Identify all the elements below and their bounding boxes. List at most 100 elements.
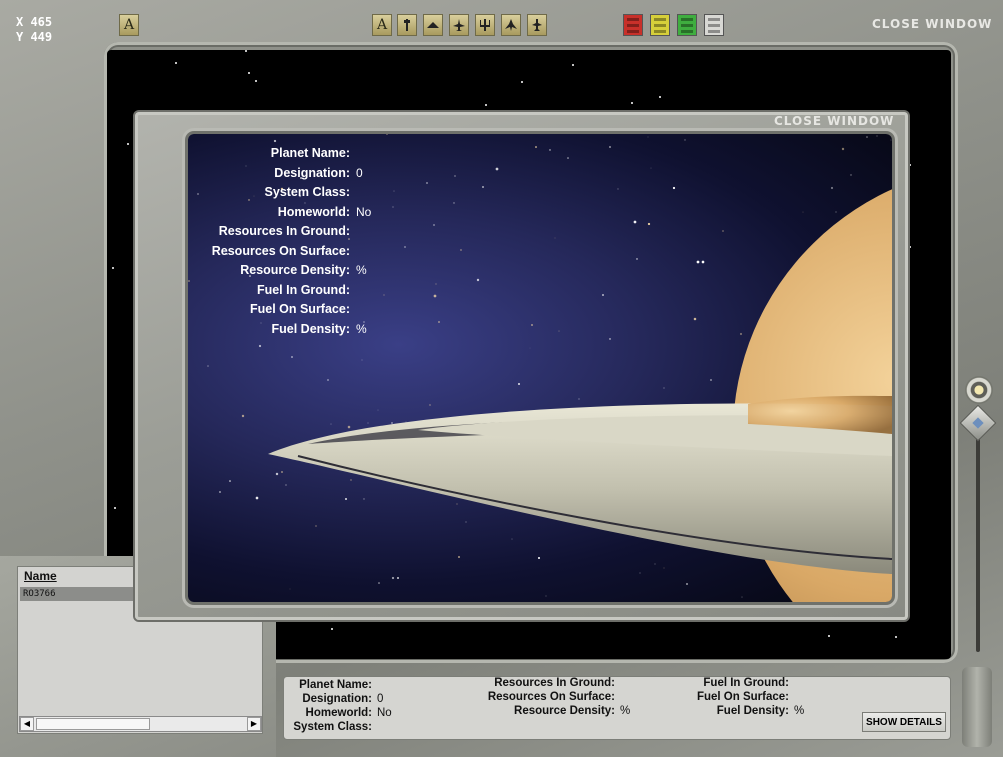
star-dot <box>701 260 705 264</box>
trident-icon <box>480 19 490 31</box>
star-dot <box>485 104 487 106</box>
star-dot <box>663 387 665 389</box>
star-dot <box>636 258 638 260</box>
detail-field-label: Resource Density: <box>240 263 350 277</box>
summary-system-class: System Class: <box>293 721 372 733</box>
detail-field-value: % <box>356 321 367 336</box>
star-dot <box>830 186 834 190</box>
cross-icon <box>532 19 542 31</box>
star-dot <box>229 480 231 482</box>
star-dot <box>330 423 332 425</box>
summary-resource-density: Resource Density:% <box>514 705 631 717</box>
star-dot <box>686 583 688 585</box>
cursor-coordinates: X 465 Y 449 <box>16 15 52 45</box>
trident-tool-button[interactable] <box>475 14 495 36</box>
text-tool-button[interactable]: A <box>119 14 139 36</box>
detail-field: Resource Density:% <box>188 263 366 277</box>
star-dot <box>377 409 379 411</box>
star-dot <box>347 425 351 429</box>
star-dot <box>344 497 348 501</box>
star-dot <box>456 503 458 505</box>
star-dot <box>909 164 911 166</box>
star-dot <box>304 202 306 204</box>
star-dot <box>895 636 897 638</box>
star-dot <box>114 507 116 509</box>
star-dot <box>741 596 743 598</box>
star-dot <box>383 294 385 296</box>
scroll-left-arrow[interactable]: ◀ <box>20 717 34 731</box>
fighter-tool-button[interactable] <box>449 14 469 36</box>
star-dot <box>350 479 352 481</box>
scroll-right-arrow[interactable]: ▶ <box>247 717 261 731</box>
detail-field: System Class: <box>188 185 356 199</box>
star-dot <box>558 330 560 332</box>
star-dot <box>285 484 287 486</box>
zoom-slider-thumb[interactable] <box>959 404 997 442</box>
dialog-close-window-button[interactable]: CLOSE WINDOW <box>774 114 894 128</box>
star-dot <box>386 134 388 135</box>
star-dot <box>378 582 380 584</box>
star-dot <box>578 398 580 400</box>
star-dot <box>275 472 279 476</box>
star-dot <box>255 80 257 82</box>
green-filter-button[interactable] <box>677 14 697 36</box>
star-dot <box>255 496 259 500</box>
star-dot <box>391 576 395 580</box>
font-tool-button[interactable]: A <box>372 14 392 36</box>
horizontal-scrollbar[interactable]: ◀ ▶ <box>19 716 262 732</box>
main-close-window-button[interactable]: CLOSE WINDOW <box>872 17 992 31</box>
star-dot <box>647 222 651 226</box>
star-dot <box>348 238 350 240</box>
zoom-slider-track[interactable] <box>976 430 980 652</box>
detail-field: Planet Name: <box>188 146 356 160</box>
star-dot <box>850 174 852 176</box>
yellow-filter-button[interactable] <box>650 14 670 36</box>
star-dot <box>289 588 291 590</box>
star-dot <box>535 146 537 148</box>
star-dot <box>331 628 333 630</box>
star-dot <box>828 635 830 637</box>
wedge-tool-button[interactable] <box>423 14 443 36</box>
star-dot <box>453 202 455 204</box>
white-filter-button[interactable] <box>704 14 724 36</box>
font-icon: A <box>376 17 388 33</box>
star-dot <box>617 188 619 190</box>
star-dot <box>361 359 363 361</box>
detail-field-value: 0 <box>356 165 363 180</box>
star-dot <box>567 157 569 159</box>
star-dot <box>511 538 513 540</box>
star-dot <box>363 498 365 500</box>
detail-field-label: Designation: <box>274 165 350 180</box>
star-dot <box>802 211 804 213</box>
red-filter-button[interactable] <box>623 14 643 36</box>
star-dot <box>684 139 686 141</box>
pin-tool-button[interactable] <box>397 14 417 36</box>
detail-field: Homeworld: No <box>188 205 372 219</box>
detail-field: Fuel In Ground: <box>188 283 356 297</box>
summary-planet-name: Planet Name: <box>299 679 372 691</box>
detail-field-label: Fuel On Surface: <box>249 302 350 316</box>
star-dot <box>554 237 556 239</box>
cross-tool-button[interactable] <box>527 14 547 36</box>
detail-field: Resources On Surface: <box>188 244 356 258</box>
star-dot <box>392 206 394 208</box>
detail-field-label: Resources In Ground: <box>218 224 350 238</box>
star-dot <box>397 577 399 579</box>
star-dot <box>127 143 129 145</box>
scroll-thumb[interactable] <box>36 718 150 730</box>
star-dot <box>866 136 868 138</box>
detail-field: Designation: 0 <box>188 165 363 180</box>
summary-resources-in-ground: Resources In Ground: <box>494 677 615 689</box>
star-dot <box>112 267 114 269</box>
star-dot <box>367 422 369 424</box>
detail-field-label: Fuel Density: <box>271 321 351 336</box>
zoom-reset-knob[interactable] <box>965 376 993 404</box>
star-dot <box>835 211 837 213</box>
star-dot <box>545 595 547 597</box>
summary-fuel-in-ground: Fuel In Ground: <box>703 677 789 689</box>
bomber-tool-button[interactable] <box>501 14 521 36</box>
show-details-button[interactable]: SHOW DETAILS <box>862 712 946 732</box>
list-column-header-name[interactable]: Name <box>24 569 57 583</box>
detail-field: Fuel Density:% <box>188 322 367 336</box>
star-dot <box>315 525 317 527</box>
